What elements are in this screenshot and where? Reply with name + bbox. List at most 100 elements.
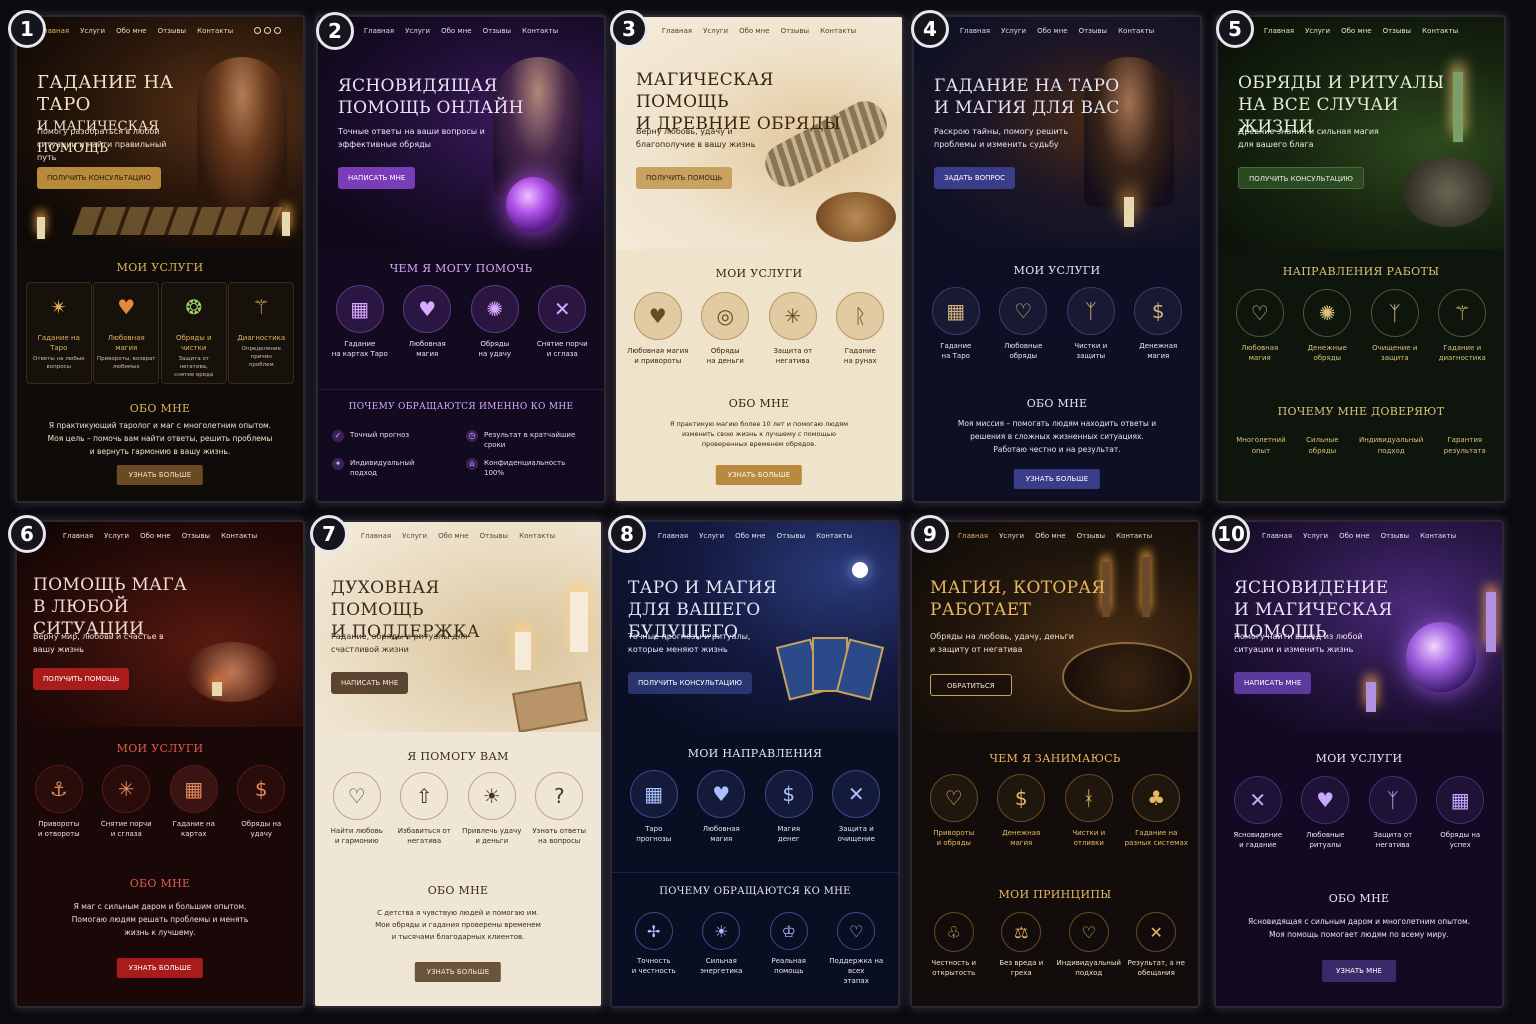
- nav-home[interactable]: Главная: [662, 27, 692, 35]
- service-item[interactable]: ✳ Снятие порчи и сглаза: [93, 765, 159, 839]
- nav-contacts[interactable]: Контакты: [820, 27, 856, 35]
- service-item[interactable]: $ Денежная магия: [1125, 287, 1191, 361]
- service-item[interactable]: ᛉ Защита от негатива: [1360, 776, 1426, 850]
- nav-about[interactable]: Обо мне: [1339, 532, 1370, 540]
- cta-button[interactable]: Обратиться: [930, 674, 1012, 696]
- service-item[interactable]: ♥ Любовные ритуалы: [1292, 776, 1358, 850]
- cta-button[interactable]: Получить консультацию: [37, 167, 161, 189]
- social-icon[interactable]: [264, 27, 272, 34]
- service-item[interactable]: ▦ Гадание на Таро: [923, 287, 989, 361]
- service-item[interactable]: ✕ Защита и очищение: [823, 770, 889, 844]
- nav-about[interactable]: Обо мне: [438, 532, 469, 540]
- nav-services[interactable]: Услуги: [402, 532, 427, 540]
- more-button[interactable]: Узнать мне: [1322, 960, 1396, 982]
- nav-home[interactable]: Главная: [364, 27, 394, 35]
- nav-home[interactable]: Главная: [1262, 532, 1292, 540]
- more-button[interactable]: Узнать больше: [414, 962, 502, 982]
- nav-contacts[interactable]: Контакты: [197, 27, 233, 35]
- service-item[interactable]: ♡ Любовная магия: [1227, 289, 1293, 363]
- service-item[interactable]: ♥ Любовная магия: [394, 285, 460, 359]
- nav-home[interactable]: Главная: [361, 532, 391, 540]
- nav-services[interactable]: Услуги: [104, 532, 129, 540]
- cta-button[interactable]: Получить консультацию: [1238, 167, 1364, 189]
- service-item[interactable]: ♥ Любовная магия Привороты, возврат люби…: [93, 282, 160, 384]
- service-item[interactable]: ▦ Обряды на успех: [1427, 776, 1493, 850]
- cta-button[interactable]: Получить помощь: [33, 668, 130, 690]
- more-button[interactable]: Узнать больше: [1013, 469, 1101, 489]
- nav-home[interactable]: Главная: [958, 532, 988, 540]
- nav-services[interactable]: Услуги: [703, 27, 728, 35]
- service-item[interactable]: ◎ Обряды на деньги: [692, 292, 758, 366]
- nav-services[interactable]: Услуги: [80, 27, 105, 35]
- service-item[interactable]: ᚼ Чистки и отливки: [1056, 774, 1122, 848]
- nav-reviews[interactable]: Отзывы: [1381, 532, 1410, 540]
- service-item[interactable]: ✕ Ясновидение и гадание: [1225, 776, 1291, 850]
- nav-contacts[interactable]: Контакты: [522, 27, 558, 35]
- nav-about[interactable]: Обо мне: [441, 27, 472, 35]
- service-item[interactable]: ▦ Таро прогнозы: [621, 770, 687, 844]
- service-item[interactable]: ♥ Любовная магия и привороты: [625, 292, 691, 366]
- nav-services[interactable]: Услуги: [1303, 532, 1328, 540]
- service-item[interactable]: ⚚ Диагностика Определение причин проблем: [228, 282, 295, 384]
- nav-contacts[interactable]: Контакты: [519, 532, 555, 540]
- service-item[interactable]: ᚱ Гадание на рунах: [827, 292, 893, 366]
- nav-reviews[interactable]: Отзывы: [1079, 27, 1108, 35]
- nav-home[interactable]: Главная: [63, 532, 93, 540]
- nav-reviews[interactable]: Отзывы: [158, 27, 187, 35]
- service-item[interactable]: ✳ Защита от негатива: [760, 292, 826, 366]
- nav-services[interactable]: Услуги: [699, 532, 724, 540]
- nav-reviews[interactable]: Отзывы: [182, 532, 211, 540]
- more-button[interactable]: Узнать больше: [116, 465, 204, 485]
- service-item[interactable]: ❂ Обряды и чистки Защита от негатива, сн…: [160, 282, 227, 384]
- service-item[interactable]: ✕ Снятие порчи и сглаза: [529, 285, 595, 359]
- nav-contacts[interactable]: Контакты: [1422, 27, 1458, 35]
- service-item[interactable]: ? Узнать ответы на вопросы: [526, 772, 592, 846]
- nav-contacts[interactable]: Контакты: [816, 532, 852, 540]
- service-item[interactable]: $ Обряды на удачу: [228, 765, 294, 839]
- social-icon[interactable]: [274, 27, 282, 34]
- nav-about[interactable]: Обо мне: [1341, 27, 1372, 35]
- cta-button[interactable]: Написать мне: [338, 167, 416, 189]
- service-item[interactable]: ✴ Гадание на Таро Ответы на любые вопрос…: [25, 282, 92, 384]
- nav-reviews[interactable]: Отзывы: [1383, 27, 1412, 35]
- nav-contacts[interactable]: Контакты: [1118, 27, 1154, 35]
- service-item[interactable]: ♥ Любовная магия: [688, 770, 754, 844]
- nav-reviews[interactable]: Отзывы: [777, 532, 806, 540]
- nav-reviews[interactable]: Отзывы: [480, 532, 509, 540]
- service-item[interactable]: ✺ Обряды на удачу: [462, 285, 528, 359]
- nav-contacts[interactable]: Контакты: [1116, 532, 1152, 540]
- cta-button[interactable]: Получить консультацию: [628, 672, 752, 694]
- nav-services[interactable]: Услуги: [999, 532, 1024, 540]
- service-item[interactable]: ▦ Гадание на картах: [161, 765, 227, 839]
- service-item[interactable]: ⚓ Привороты и отвороты: [26, 765, 92, 839]
- nav-services[interactable]: Услуги: [405, 27, 430, 35]
- nav-about[interactable]: Обо мне: [116, 27, 147, 35]
- service-item[interactable]: ✺ Денежные обряды: [1294, 289, 1360, 363]
- nav-reviews[interactable]: Отзывы: [483, 27, 512, 35]
- service-item[interactable]: $ Денежная магия: [988, 774, 1054, 848]
- service-item[interactable]: ▦ Гадание на картах Таро: [327, 285, 393, 359]
- nav-services[interactable]: Услуги: [1001, 27, 1026, 35]
- nav-about[interactable]: Обо мне: [735, 532, 766, 540]
- cta-button[interactable]: Получить помощь: [636, 167, 733, 189]
- nav-services[interactable]: Услуги: [1305, 27, 1330, 35]
- nav-contacts[interactable]: Контакты: [1420, 532, 1456, 540]
- service-item[interactable]: ᛉ Очищение и защита: [1362, 289, 1428, 363]
- service-item[interactable]: ♡ Любовные обряды: [990, 287, 1056, 361]
- nav-home[interactable]: Главная: [658, 532, 688, 540]
- service-item[interactable]: ♡ Привороты и обряды: [921, 774, 987, 848]
- nav-contacts[interactable]: Контакты: [221, 532, 257, 540]
- social-icon[interactable]: [254, 27, 262, 34]
- service-item[interactable]: ♣ Гадание на разных системах: [1123, 774, 1189, 848]
- nav-reviews[interactable]: Отзывы: [1077, 532, 1106, 540]
- more-button[interactable]: Узнать больше: [715, 465, 803, 485]
- cta-button[interactable]: Написать мне: [331, 672, 409, 694]
- service-item[interactable]: ⚚ Гадание и диагностика: [1429, 289, 1495, 363]
- cta-button[interactable]: Написать мне: [1234, 672, 1312, 694]
- nav-about[interactable]: Обо мне: [1035, 532, 1066, 540]
- nav-about[interactable]: Обо мне: [739, 27, 770, 35]
- service-item[interactable]: ♡ Найти любовь и гармонию: [324, 772, 390, 846]
- nav-about[interactable]: Обо мне: [140, 532, 171, 540]
- nav-home[interactable]: Главная: [960, 27, 990, 35]
- cta-button[interactable]: Задать вопрос: [934, 167, 1016, 189]
